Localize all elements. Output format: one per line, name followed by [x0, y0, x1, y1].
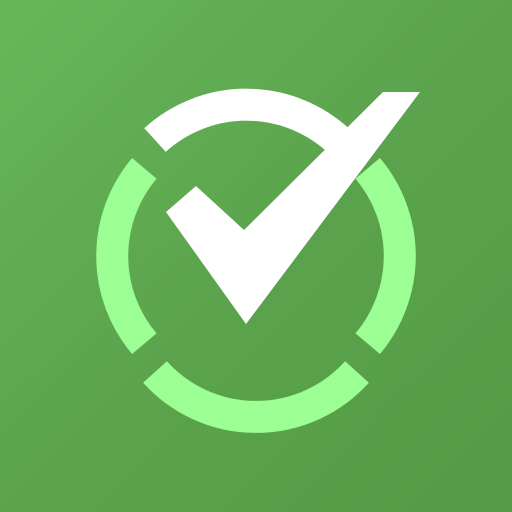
ring-segment-left [96, 157, 157, 355]
check-circle-icon [96, 88, 420, 433]
ring-segment-right [355, 157, 416, 355]
ring-segment-bottom [143, 361, 369, 433]
app-icon [0, 0, 512, 512]
ring-segment-top [144, 88, 352, 154]
